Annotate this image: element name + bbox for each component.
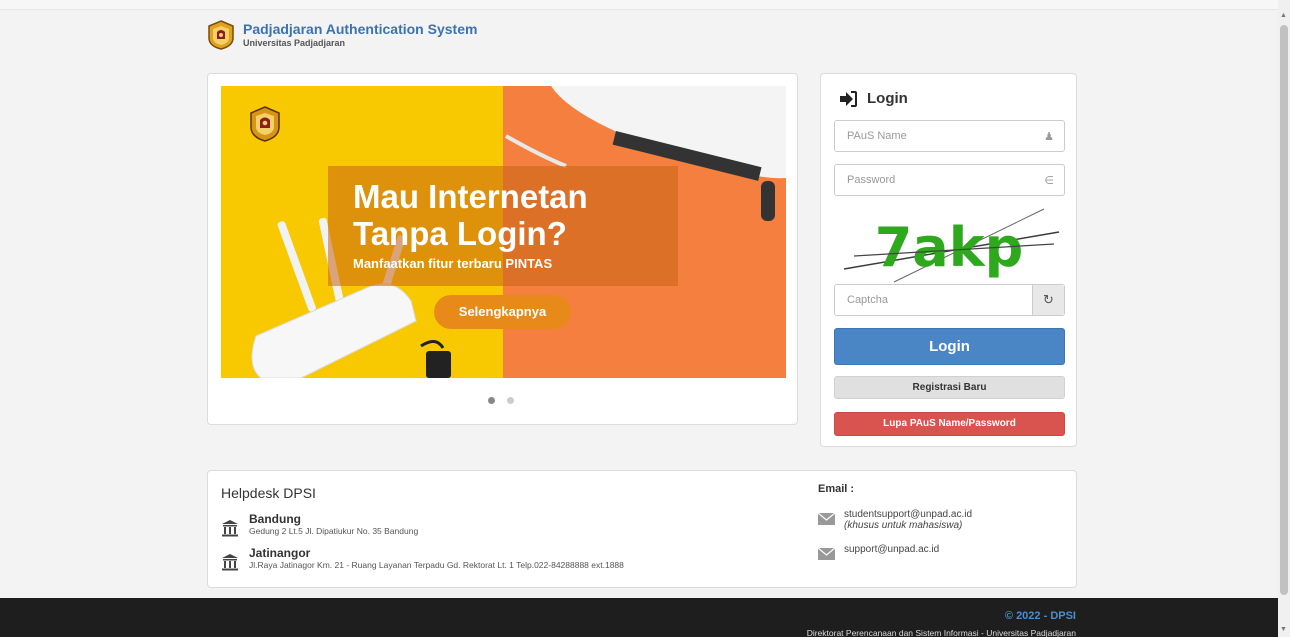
scroll-up-icon[interactable]: ▲ [1280,12,1287,19]
scroll-thumb[interactable] [1280,25,1288,595]
user-icon: ♟ [1044,131,1054,143]
footer: © 2022 - DPSI Direktorat Perencanaan dan… [0,598,1278,637]
email-note: (khusus untuk mahasiswa) [844,520,963,531]
forgot-password-button[interactable]: Lupa PAuS Name/Password [834,412,1065,436]
selengkapnya-button[interactable]: Selengkapnya [434,295,571,329]
building-icon [222,520,238,537]
slide-headline-line2: Tanpa Login? [353,215,567,252]
top-bar [0,0,1278,10]
footer-organization: Direktorat Perencanaan dan Sistem Inform… [806,628,1076,637]
login-title: Login [867,90,908,107]
scroll-down-icon[interactable]: ▼ [1280,626,1287,633]
slide-headline: Mau Internetan Tanpa Login? [353,178,588,252]
carousel-dot-1[interactable] [488,397,495,404]
footer-copyright: © 2022 - DPSI [1004,610,1076,622]
register-button[interactable]: Registrasi Baru [834,376,1065,399]
email-studentsupport: studentsupport@unpad.ac.id (khusus untuk… [818,509,972,531]
captcha-image: 7akp [843,208,1060,283]
refresh-captcha-button[interactable]: ↻ [1032,285,1064,315]
slide-headline-line1: Mau Internetan [353,178,588,215]
password-field: ∈ [834,164,1065,196]
location-address: Jl.Raya Jatinagor Km. 21 - Ruang Layanan… [249,560,624,570]
key-icon: ∈ [1044,175,1054,187]
password-input[interactable] [835,165,1025,195]
brand-header[interactable]: Padjadjaran Authentication System Univer… [207,20,477,50]
page-scrollbar[interactable]: ▲ ▼ [1278,0,1290,637]
login-button[interactable]: Login [834,328,1065,365]
email-support: support@unpad.ac.id [818,544,939,560]
carousel-panel: Mau Internetan Tanpa Login? Manfaatkan f… [207,73,798,425]
location-bandung: Bandung Gedung 2 Lt.5 Jl. Dipatiukur No.… [221,513,418,537]
page-subtitle: Universitas Padjadjaran [243,38,346,48]
unpad-logo [208,20,234,50]
captcha-input[interactable] [835,285,1025,315]
carousel-indicators [488,397,514,404]
location-name: Jatinangor [249,546,311,560]
location-name: Bandung [249,512,301,526]
refresh-icon: ↻ [1043,292,1054,307]
username-field: ♟ [834,120,1065,152]
sign-in-icon [840,90,857,107]
email-address-link[interactable]: support@unpad.ac.id [844,544,939,555]
location-address: Gedung 2 Lt.5 Jl. Dipatiukur No. 35 Band… [249,526,419,536]
page-title: Padjadjaran Authentication System [243,21,478,37]
carousel-slide[interactable]: Mau Internetan Tanpa Login? Manfaatkan f… [221,86,786,378]
email-label: Email : [818,483,855,495]
location-jatinangor: Jatinangor Jl.Raya Jatinagor Km. 21 - Ru… [221,547,624,571]
slide-subheadline: Manfaatkan fitur terbaru PINTAS [353,256,553,271]
helpdesk-title: Helpdesk DPSI [221,485,316,501]
login-panel: Login ♟ ∈ 7akp ↻ Login Registrasi Baru L… [820,73,1077,447]
building-icon [222,554,238,571]
username-input[interactable] [835,121,1025,151]
envelope-icon [818,513,835,525]
email-address-link[interactable]: studentsupport@unpad.ac.id [844,509,972,520]
login-heading: Login [839,90,908,107]
unpad-slide-logo [250,106,280,142]
carousel-dot-2[interactable] [507,397,514,404]
captcha-field: ↻ [834,284,1065,316]
envelope-icon [818,548,835,560]
helpdesk-panel: Helpdesk DPSI Bandung Gedung 2 Lt.5 Jl. … [207,470,1077,588]
